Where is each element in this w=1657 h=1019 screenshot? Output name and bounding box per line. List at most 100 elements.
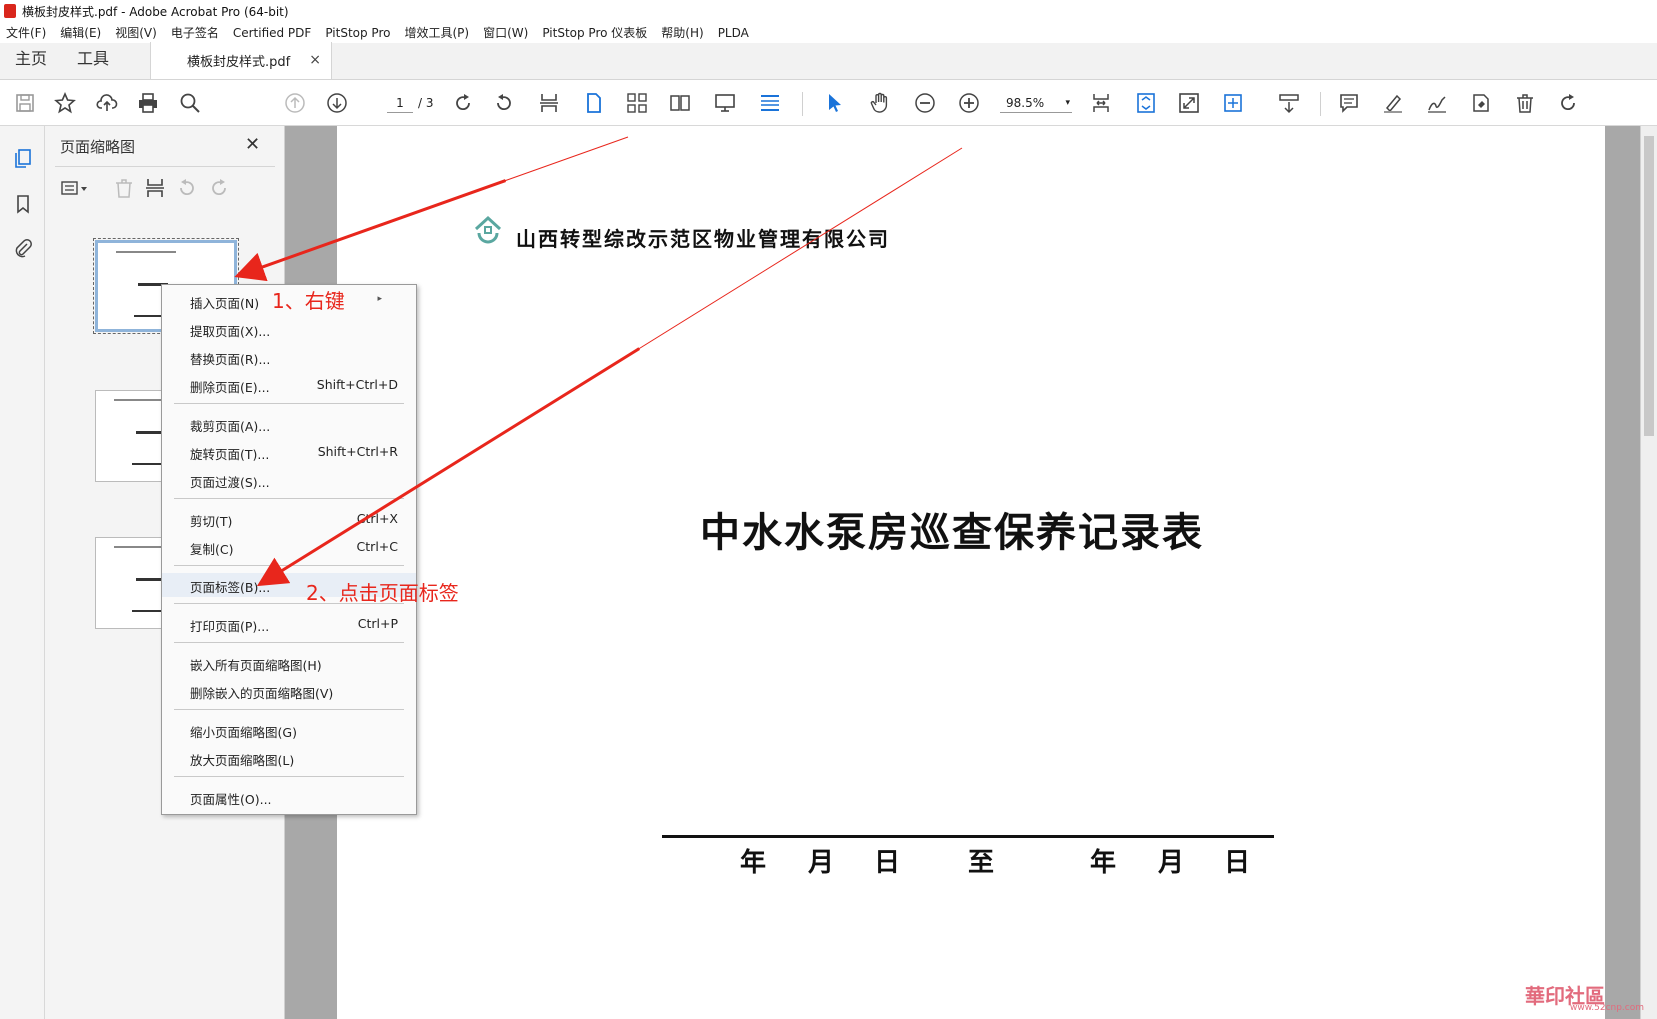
tab-tools[interactable]: 工具 [62,45,124,79]
cloud-upload-icon[interactable] [94,90,120,116]
two-page-view-icon[interactable] [667,90,693,116]
print-icon[interactable] [135,90,161,116]
save-icon[interactable] [12,90,38,116]
organize-pages-icon[interactable] [1220,90,1246,116]
menu-separator [174,709,404,710]
reading-mode-icon[interactable] [757,90,783,116]
panel-divider [55,166,275,167]
fit-page-icon[interactable] [1088,90,1114,116]
close-tab-icon[interactable]: × [309,52,321,68]
select-tool-icon[interactable] [822,90,848,116]
full-screen-mode-icon[interactable] [1176,90,1202,116]
date-month-start: 月 [808,848,835,878]
document-title: 中水水泵房巡查保养记录表 [700,509,1204,556]
menu-item-copy[interactable]: 复制(C) Ctrl+C [162,535,416,559]
menu-item-enlarge-thumbnails[interactable]: 放大页面缩略图(L) [162,746,416,770]
date-to: 至 [968,848,995,878]
highlight-icon[interactable] [1380,90,1406,116]
chevron-down-icon: ▾ [1065,98,1070,108]
full-screen-icon[interactable] [712,90,738,116]
title-bar: 横板封皮样式.pdf - Adobe Acrobat Pro (64-bit) [0,0,1657,22]
single-page-view-icon[interactable] [581,90,607,116]
menu-item-reduce-thumbnails[interactable]: 缩小页面缩略图(G) [162,718,416,742]
menu-separator [174,498,404,499]
page-thumbnails-icon[interactable] [11,146,35,170]
document-viewport[interactable] [285,126,1657,1019]
tab-document[interactable]: 横板封皮样式.pdf × [150,42,333,79]
measure-tool-icon[interactable] [1276,90,1302,116]
attachment-icon[interactable] [11,236,35,260]
redo-icon[interactable] [1555,90,1581,116]
split-page-icon[interactable] [143,176,167,200]
main-toolbar: 1 / 3 98.5% ▾ [0,80,1657,126]
menu-item-replace-pages[interactable]: 替换页面(R)... [162,345,416,369]
menu-pitstop-pro[interactable]: PitStop Pro [325,26,390,40]
thumbnail-options-icon[interactable] [57,176,93,200]
menu-item-rotate-pages[interactable]: 旋转页面(T)... Shift+Ctrl+R [162,440,416,464]
bookmark-icon[interactable] [11,192,35,216]
comment-icon[interactable] [1336,90,1362,116]
send-for-signature-icon[interactable] [1468,90,1494,116]
rotate-left-icon[interactable] [175,176,199,200]
menu-bar: 文件(F) 编辑(E) 视图(V) 电子签名 Certified PDF Pit… [0,22,1657,43]
fit-width-icon[interactable] [1133,90,1159,116]
menu-certified-pdf[interactable]: Certified PDF [233,26,312,40]
menu-window[interactable]: 窗口(W) [483,24,528,41]
menu-esign[interactable]: 电子签名 [171,24,219,41]
page-number-input[interactable]: 1 [387,93,413,113]
signature-line [662,835,1274,838]
date-day-start: 日 [874,848,901,878]
page-context-menu: 插入页面(N) ▸ 提取页面(X)... 替换页面(R)... 删除页面(E).… [161,284,417,815]
page-total-label: / 3 [418,96,434,110]
rotate-right-icon[interactable] [207,176,231,200]
menu-help[interactable]: 帮助(H) [661,24,703,41]
close-icon[interactable]: ✕ [245,134,260,155]
menu-separator [174,776,404,777]
menu-item-page-transitions[interactable]: 页面过渡(S)... [162,468,416,492]
date-day-end: 日 [1224,848,1251,878]
menu-item-page-properties[interactable]: 页面属性(O)... [162,785,416,809]
hand-tool-icon[interactable] [867,90,893,116]
menu-item-delete-pages[interactable]: 删除页面(E)... Shift+Ctrl+D [162,373,416,397]
delete-icon[interactable] [1512,90,1538,116]
star-icon[interactable] [52,90,78,116]
previous-page-icon[interactable] [282,90,308,116]
vertical-scrollbar[interactable] [1640,126,1657,1019]
menu-pitstop-dashboard[interactable]: PitStop Pro 仪表板 [542,24,647,41]
zoom-level-select[interactable]: 98.5% ▾ [1000,93,1072,113]
pdf-page [337,126,1605,1019]
menu-item-print-pages[interactable]: 打印页面(P)... Ctrl+P [162,612,416,636]
zoom-out-icon[interactable] [912,90,938,116]
rotate-clockwise-icon[interactable] [450,90,476,116]
annotation-step-2: 2、点击页面标签 [306,581,459,605]
rotate-counterclockwise-icon[interactable] [491,90,517,116]
menu-item-remove-embedded-thumbnails[interactable]: 删除嵌入的页面缩略图(V) [162,679,416,703]
tab-home[interactable]: 主页 [0,45,62,79]
acrobat-pdf-icon [4,4,16,18]
next-page-icon[interactable] [324,90,350,116]
menu-item-embed-thumbnails[interactable]: 嵌入所有页面缩略图(H) [162,651,416,675]
navigation-rail [0,126,45,1019]
search-icon[interactable] [177,90,203,116]
menu-item-cut[interactable]: 剪切(T) Ctrl+X [162,507,416,531]
menu-plugins[interactable]: 增效工具(P) [404,24,469,41]
submenu-arrow-icon: ▸ [377,294,382,304]
menu-item-extract-pages[interactable]: 提取页面(X)... [162,317,416,341]
split-pages-icon[interactable] [536,90,562,116]
menu-file[interactable]: 文件(F) [6,24,46,41]
menu-item-crop-pages[interactable]: 裁剪页面(A)... [162,412,416,436]
menu-plda[interactable]: PLDA [718,26,749,40]
menu-separator [174,642,404,643]
menu-view[interactable]: 视图(V) [115,24,157,41]
sign-icon[interactable] [1424,90,1450,116]
menu-separator [174,565,404,566]
menu-edit[interactable]: 编辑(E) [60,24,101,41]
scrollbar-thumb[interactable] [1644,136,1654,436]
company-name: 山西转型综改示范区物业管理有限公司 [516,227,890,251]
date-year-end: 年 [1090,848,1117,878]
window-title: 横板封皮样式.pdf - Adobe Acrobat Pro (64-bit) [22,4,289,19]
toolbar-separator [802,92,803,116]
delete-page-icon[interactable] [112,176,136,200]
continuous-view-icon[interactable] [624,90,650,116]
zoom-in-icon[interactable] [956,90,982,116]
